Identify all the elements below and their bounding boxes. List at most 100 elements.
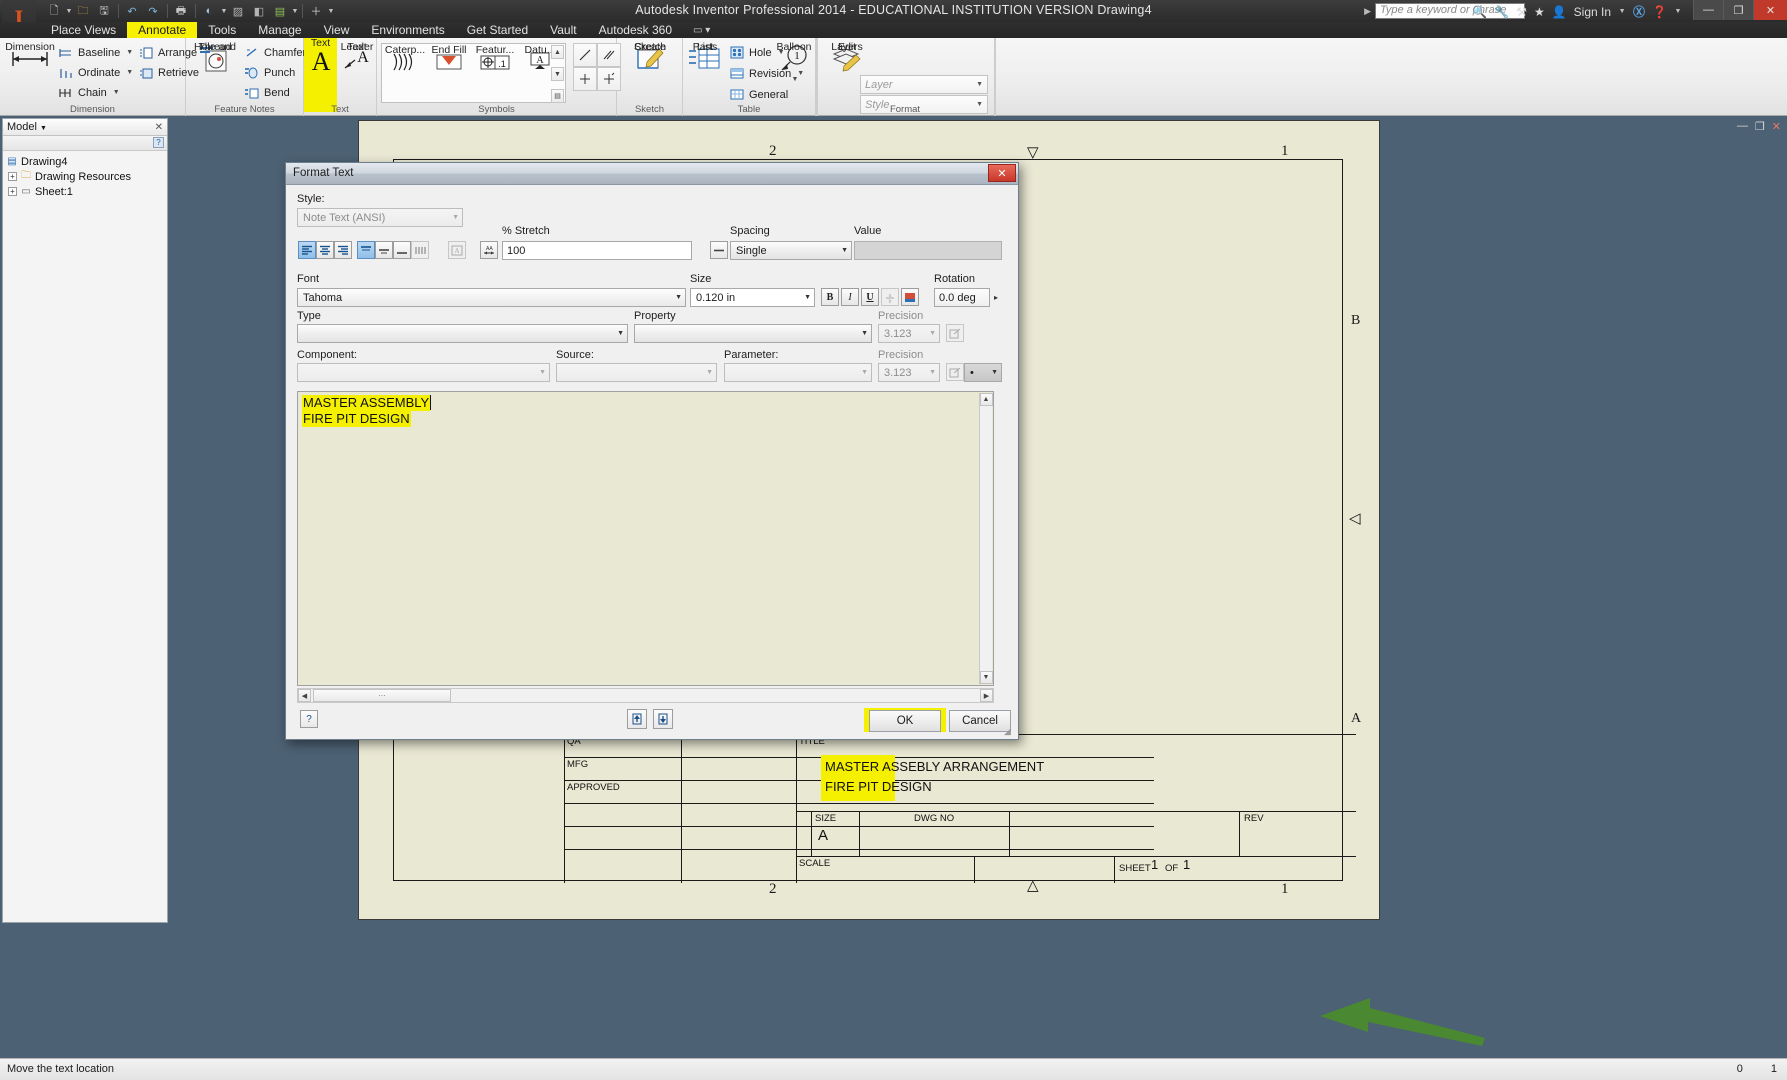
document-close-icon[interactable]: ✕ [1772,120,1781,133]
dialog-resize-grip[interactable]: ◢ [1004,726,1016,738]
move-text-up-button[interactable] [627,709,647,729]
source-combo-caret-icon[interactable]: ▼ [706,369,713,376]
bend-button[interactable]: Bend [244,83,290,102]
style-combo-caret-icon[interactable]: ▼ [452,214,459,221]
value-input[interactable] [854,241,1002,260]
tools-icon[interactable]: 🔧 [1494,5,1509,19]
favorites-icon[interactable]: ★ [1534,5,1545,19]
dialog-help-button[interactable]: ? [300,710,318,728]
align-center-button[interactable] [316,241,334,259]
document-restore-icon[interactable]: ❐ [1755,120,1765,133]
precision-combo[interactable]: 3.123 ▼ [878,324,940,343]
qat-customize-caret-icon[interactable]: ▼ [327,8,335,15]
open-icon[interactable]: 🗀 [73,2,93,20]
edit-property-button[interactable] [946,324,964,342]
gallery-expand-icon[interactable]: ▤ [551,89,564,103]
surface-texture-symbol-button[interactable] [573,43,597,67]
model-browser-close-icon[interactable]: ✕ [155,122,163,133]
move-text-down-button[interactable] [653,709,673,729]
tab-view[interactable]: View [313,22,361,38]
gallery-scroll-up-icon[interactable]: ▲ [551,45,564,59]
text-area-vertical-scrollbar[interactable]: ▲ ▼ [979,393,993,684]
font-combo-caret-icon[interactable]: ▼ [675,294,682,301]
ordinate-button[interactable]: Ordinate ▼ [58,63,133,82]
font-combo[interactable]: Tahoma ▼ [297,288,686,307]
hole-and-thread-button[interactable]: Hole and Thread [188,42,242,76]
redo-icon[interactable]: ↷ [143,2,163,20]
material-icon[interactable]: ▤ [270,2,290,20]
material-caret-icon[interactable]: ▼ [291,8,299,15]
ok-button[interactable]: OK [869,710,941,732]
search-expand-icon[interactable]: ▶ [1364,6,1371,17]
document-minimize-icon[interactable]: — [1737,120,1748,133]
tab-overflow-icon[interactable]: ▭ ▾ [683,25,720,36]
general-table-button[interactable]: General [729,85,788,104]
dialog-title-bar[interactable]: Format Text ✕ [286,163,1018,185]
balloon-button[interactable]: 1 Balloon ▼ [766,42,822,84]
tab-vault[interactable]: Vault [539,22,587,38]
tree-expand-icon[interactable]: + [8,172,17,181]
search-help-icon[interactable]: 🔍 [1472,5,1487,19]
type-combo-caret-icon[interactable]: ▼ [617,330,624,337]
underline-button[interactable]: U [861,288,879,306]
component-combo-caret-icon[interactable]: ▼ [539,369,546,376]
caterpillar-button[interactable]: Caterp... [384,45,426,79]
align-top-button[interactable] [357,241,375,259]
precision2-combo[interactable]: 3.123 ▼ [878,363,940,382]
align-middle-button[interactable] [375,241,393,259]
baseline-button[interactable]: Baseline ▼ [58,43,133,62]
dimension-button[interactable]: Dimension [2,42,58,76]
model-browser-help-icon[interactable]: ? [153,137,164,148]
select-icon[interactable]: ▨ [228,2,248,20]
text-color-button[interactable] [901,288,919,306]
property-combo-caret-icon[interactable]: ▼ [861,330,868,337]
sign-in-caret-icon[interactable]: ▼ [1618,8,1626,15]
help-icon[interactable]: ❓ [1652,5,1667,19]
leader-text-button[interactable]: A Leader Text [337,42,377,76]
parameter-combo[interactable]: ▼ [724,363,872,382]
stretch-input[interactable]: 100 [502,241,692,260]
text-area-scroll-up-icon[interactable]: ▲ [979,393,993,406]
text-area-scroll-right-icon[interactable]: ▶ [980,689,993,702]
style-combo[interactable]: Note Text (ANSI) ▼ [297,208,463,227]
exchange-icon[interactable]: Ⓧ [1633,3,1645,20]
save-icon[interactable]: 🖫 [94,2,114,20]
add-icon[interactable]: ＋ [306,2,326,20]
restore-button[interactable]: ❐ [1723,0,1753,20]
symbols-gallery-scroll[interactable]: ▲ ▼ ▤ [551,45,564,103]
property-combo[interactable]: ▼ [634,324,872,343]
text-edit-area[interactable]: MASTER ASSEMBLY FIRE PIT DESIGN ▲ ▼ [297,391,994,686]
user-icon[interactable]: 👤 [1552,5,1567,19]
balloon-caret-icon[interactable]: ▼ [792,76,799,83]
new-caret-icon[interactable]: ▼ [65,8,73,15]
ordinate-caret-icon[interactable]: ▼ [126,69,133,76]
size-combo[interactable]: 0.120 in ▼ [690,288,815,307]
insert-symbol-button[interactable]: A [448,241,466,259]
chamfer-button[interactable]: Chamfer [244,43,306,62]
format-text-dialog[interactable]: Format Text ✕ Style: Note Text (ANSI) ▼ … [285,162,1019,740]
line-spacing-toggle-button[interactable] [710,241,728,259]
create-sketch-button[interactable]: Create Sketch [622,42,678,76]
symbol-combo[interactable]: • ▼ [964,363,1002,382]
punch-button[interactable]: Punch [244,63,295,82]
text-area-hscroll-thumb[interactable]: ⋯ [313,689,451,702]
tab-get-started[interactable]: Get Started [456,22,539,38]
component-combo[interactable]: ▼ [297,363,550,382]
close-button[interactable]: ✕ [1753,0,1787,20]
help-caret-icon[interactable]: ▼ [1674,8,1682,15]
tab-environments[interactable]: Environments [360,22,455,38]
spacing-combo[interactable]: Single ▼ [730,241,852,260]
tree-expand-icon-sheet[interactable]: + [8,187,17,196]
rotation-input[interactable]: 0.0 deg [934,288,990,307]
text-width-button[interactable] [411,241,429,259]
italic-button[interactable]: I [841,288,859,306]
end-fill-button[interactable]: End Fill [426,45,472,79]
chain-button[interactable]: Chain ▼ [58,83,120,102]
tab-annotate[interactable]: Annotate [127,22,198,38]
update-icon[interactable]: ◐ [199,2,219,20]
model-browser-title[interactable]: Model ▼ [7,121,47,133]
align-right-button[interactable] [334,241,352,259]
tab-autodesk-360[interactable]: Autodesk 360 [588,22,683,38]
baseline-caret-icon[interactable]: ▼ [126,49,133,56]
undo-icon[interactable]: ↶ [122,2,142,20]
